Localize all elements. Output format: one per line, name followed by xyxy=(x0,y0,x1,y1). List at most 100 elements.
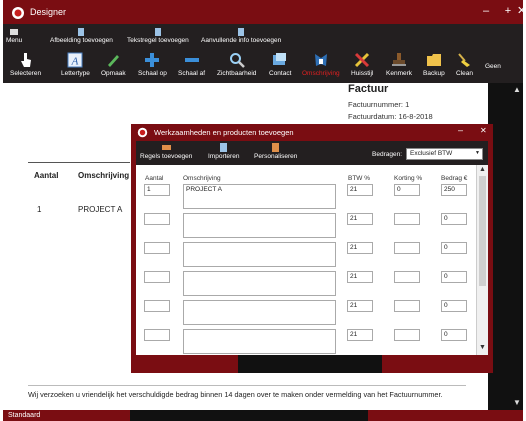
close-button[interactable]: ✕ xyxy=(517,0,526,24)
quantity-field[interactable] xyxy=(144,242,170,254)
house-style-label: Huisstijl xyxy=(351,70,374,77)
scale-up-button[interactable]: Schaal op xyxy=(138,52,167,77)
dialog-footer-field xyxy=(238,355,382,373)
header-divider xyxy=(28,162,130,163)
invoice-title: Factuur xyxy=(348,83,389,95)
status-label: Standaard xyxy=(8,412,41,419)
add-image-label: Afbeelding toevoegen xyxy=(50,37,113,44)
window-titlebar: Designer – + ✕ xyxy=(3,0,526,24)
scale-down-button[interactable]: Schaal af xyxy=(178,52,205,77)
discount-field[interactable] xyxy=(394,300,420,312)
vat-field[interactable]: 21 xyxy=(347,213,373,225)
vat-field[interactable]: 21 xyxy=(347,242,373,254)
clean-label: Clean xyxy=(456,70,473,77)
formatting-button[interactable]: Opmaak xyxy=(101,52,126,77)
dialog-scroll-up-icon[interactable]: ▲ xyxy=(479,166,486,173)
description-field[interactable] xyxy=(183,329,336,354)
chevron-down-icon: ▼ xyxy=(475,150,480,156)
pen-icon xyxy=(108,55,120,67)
invoice-number: Factuurnummer: 1 xyxy=(348,100,410,109)
menu-label: Menu xyxy=(6,37,23,44)
add-image-button[interactable]: Afbeelding toevoegen xyxy=(50,28,113,44)
contact-button[interactable]: Contact xyxy=(269,52,291,77)
discount-field[interactable] xyxy=(394,213,420,225)
amounts-select[interactable]: Exclusief BTW ▼ xyxy=(406,148,483,160)
discount-field[interactable] xyxy=(394,329,420,341)
clean-button[interactable]: Clean xyxy=(456,52,473,77)
amount-field[interactable]: 250 xyxy=(441,184,467,196)
quantity-field[interactable] xyxy=(144,300,170,312)
vat-field[interactable]: 21 xyxy=(347,271,373,283)
add-rows-button[interactable]: Regels toevoegen xyxy=(140,143,192,160)
import-button[interactable]: Importeren xyxy=(208,143,239,160)
personalize-label: Personaliseren xyxy=(254,153,298,160)
quantity-field[interactable] xyxy=(144,213,170,225)
window-title: Designer xyxy=(30,7,67,17)
dialog-scroll-down-icon[interactable]: ▼ xyxy=(479,344,486,351)
discount-field[interactable] xyxy=(394,242,420,254)
amount-field[interactable]: 0 xyxy=(441,300,467,312)
house-style-button[interactable]: Huisstijl xyxy=(351,52,373,77)
scroll-up-arrow-icon[interactable]: ▲ xyxy=(512,85,522,95)
main-scrollbar[interactable]: ▲ ▼ xyxy=(488,83,523,410)
menu-button[interactable]: Menu xyxy=(6,28,22,44)
plus-icon xyxy=(145,53,160,67)
vat-field[interactable]: 21 xyxy=(347,329,373,341)
contact-icon xyxy=(273,53,287,65)
svg-text:A: A xyxy=(71,56,79,68)
maximize-button[interactable]: + xyxy=(497,0,519,24)
scroll-down-arrow-icon[interactable]: ▼ xyxy=(512,398,522,408)
vat-field[interactable]: 21 xyxy=(347,300,373,312)
amount-field[interactable]: 0 xyxy=(441,329,467,341)
visibility-button[interactable]: Zichtbaarheid xyxy=(217,52,256,77)
select-tool-label: Selecteren xyxy=(10,70,42,77)
dialog-minimize-button[interactable]: – xyxy=(458,125,463,135)
none-button[interactable]: Geen xyxy=(485,63,501,70)
invoice-column-description: Omschrijving xyxy=(78,171,130,180)
description-label: Omschrijving xyxy=(302,70,340,77)
dialog-close-button[interactable]: ✕ xyxy=(480,126,487,135)
dialog-title: Werkzaamheden en producten toevoegen xyxy=(154,128,294,137)
font-button[interactable]: A Lettertype xyxy=(61,52,90,77)
add-info-button[interactable]: Aanvullende info toevoegen xyxy=(201,28,281,44)
add-info-label: Aanvullende info toevoegen xyxy=(201,37,282,44)
description-field[interactable] xyxy=(183,300,336,325)
description-field[interactable] xyxy=(183,271,336,296)
invoice-footer-text: Wij verzoeken u vriendelijk het verschul… xyxy=(28,390,443,399)
quantity-field[interactable] xyxy=(144,271,170,283)
minimize-button[interactable]: – xyxy=(475,0,497,24)
invoice-column-quantity: Aantal xyxy=(34,171,59,180)
amount-field[interactable]: 0 xyxy=(441,213,467,225)
top-toolbar: Menu Afbeelding toevoegen Tekstregel toe… xyxy=(3,24,523,50)
minus-icon xyxy=(184,58,199,62)
add-text-line-label: Tekstregel toevoegen xyxy=(127,37,189,44)
discount-field[interactable] xyxy=(394,271,420,283)
description-field[interactable] xyxy=(183,242,336,267)
quantity-field[interactable]: 1 xyxy=(144,184,170,196)
dialog-scrollbar[interactable]: ▲ ▼ xyxy=(476,165,488,355)
add-text-line-button[interactable]: Tekstregel toevoegen xyxy=(127,28,189,44)
font-label: Lettertype xyxy=(61,70,90,77)
description-button[interactable]: Omschrijving xyxy=(302,52,340,77)
dialog-scroll-thumb[interactable] xyxy=(479,176,486,286)
visibility-label: Zichtbaarheid xyxy=(217,70,257,77)
app-logo-icon xyxy=(12,7,24,19)
description-field[interactable] xyxy=(183,213,336,238)
status-field xyxy=(130,410,368,421)
description-field[interactable]: PROJECT A xyxy=(183,184,336,209)
scale-down-label: Schaal af xyxy=(178,70,206,77)
backup-button[interactable]: Backup xyxy=(423,52,445,77)
amount-field[interactable]: 0 xyxy=(441,271,467,283)
backup-label: Backup xyxy=(423,70,445,77)
import-icon xyxy=(220,143,228,152)
font-icon: A xyxy=(67,52,83,68)
feature-button[interactable]: Kenmerk xyxy=(386,52,412,77)
amount-field[interactable]: 0 xyxy=(441,242,467,254)
vat-field[interactable]: 21 xyxy=(347,184,373,196)
format-toolbar: Selecteren A Lettertype Opmaak Schaal op… xyxy=(3,50,523,83)
discount-field[interactable]: 0 xyxy=(394,184,420,196)
select-tool-button[interactable]: Selecteren xyxy=(10,52,41,77)
personalize-button[interactable]: Personaliseren xyxy=(254,143,297,160)
quantity-field[interactable] xyxy=(144,329,170,341)
contact-label: Contact xyxy=(269,70,292,77)
